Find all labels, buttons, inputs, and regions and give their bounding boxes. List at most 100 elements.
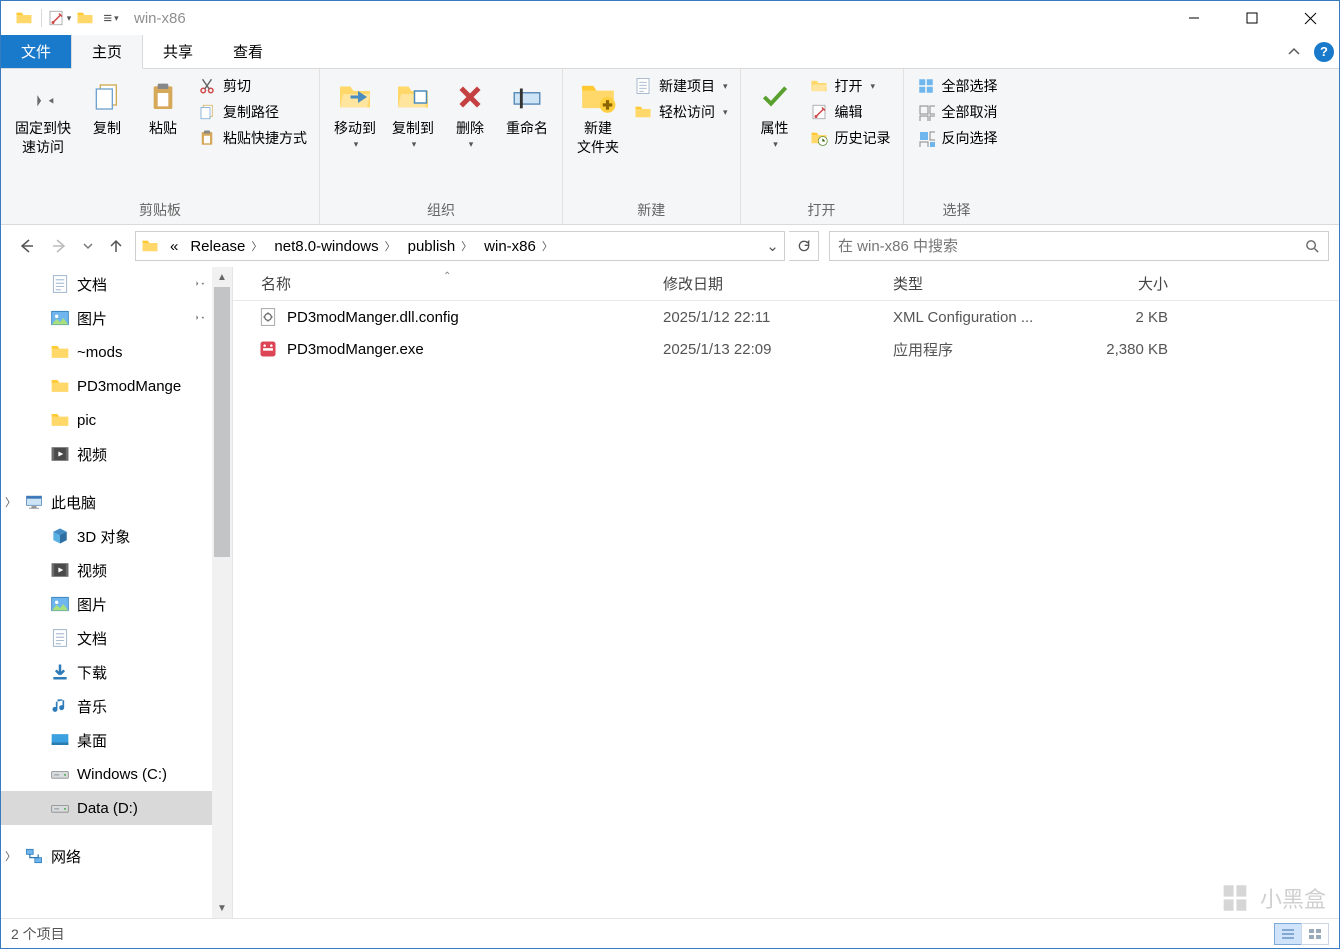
tree-item[interactable]: 音乐 [1,689,212,723]
copy-to-button[interactable]: 复制到▾ [384,73,442,154]
navigation-pane: 文档图片~modsPD3modMangepic视频〉此电脑3D 对象视频图片文档… [1,267,233,918]
tree-item[interactable]: 文档 [1,267,212,301]
tab-view[interactable]: 查看 [213,35,283,68]
select-all-button[interactable]: 全部选择 [910,73,1004,99]
edit-button[interactable]: 编辑 [803,99,897,125]
new-item-button[interactable]: 新建项目▾ [627,73,734,99]
tree-item[interactable]: Windows (C:) [1,757,212,791]
tree-item[interactable]: ~mods [1,335,212,369]
scroll-up[interactable]: ▲ [212,267,232,287]
scroll-thumb[interactable] [214,287,230,557]
delete-button[interactable]: 删除▾ [442,73,498,154]
tree-item[interactable]: 〉网络 [1,839,212,873]
move-to-button[interactable]: 移动到▾ [326,73,384,154]
pin-icon [192,275,206,293]
group-clipboard-label: 剪贴板 [7,198,313,222]
group-organize-label: 组织 [326,198,556,222]
status-bar: 2 个项目 [1,918,1339,948]
file-row[interactable]: PD3modManger.exe2025/1/13 22:09应用程序2,380… [233,333,1339,365]
maximize-button[interactable] [1223,1,1281,35]
forward-button[interactable] [45,231,75,261]
ribbon-collapse[interactable] [1279,35,1309,68]
search-icon[interactable] [1296,238,1328,255]
group-select-label: 选择 [910,198,1004,222]
easy-access-button[interactable]: 轻松访问▾ [627,99,734,125]
tree-item[interactable]: 视频 [1,437,212,471]
tab-file[interactable]: 文件 [1,35,71,68]
recent-dropdown[interactable] [79,231,97,261]
pin-to-quick-access[interactable]: 固定到快 速访问 [7,73,79,161]
pin-icon [192,309,206,327]
cut-button[interactable]: 剪切 [191,73,313,99]
tree-item[interactable]: 桌面 [1,723,212,757]
tree-item[interactable]: Data (D:) [1,791,212,825]
file-row[interactable]: PD3modManger.dll.config2025/1/12 22:11XM… [233,301,1339,333]
invert-selection-button[interactable]: 反向选择 [910,125,1004,151]
tab-share[interactable]: 共享 [143,35,213,68]
address-dropdown[interactable]: ⌄ [760,237,784,255]
column-size[interactable]: 大小 [1088,273,1208,294]
search-input[interactable] [830,238,1296,255]
window-title: win-x86 [134,10,186,27]
folder-icon [49,409,71,431]
breadcrumb-segment[interactable]: Release〉 [184,238,268,255]
tree-item[interactable]: 文档 [1,621,212,655]
help-button[interactable]: ? [1309,35,1339,68]
folder-icon [49,375,71,397]
qat-properties[interactable]: ▾ [46,5,72,31]
breadcrumb-segment[interactable]: win-x86〉 [478,238,559,255]
address-bar[interactable]: «Release〉net8.0-windows〉publish〉win-x86〉… [135,231,785,261]
open-button[interactable]: 打开▾ [803,73,897,99]
pic-icon [49,307,71,329]
doc-icon [49,627,71,649]
column-name[interactable]: ⌃名称 [233,273,663,294]
ribbon: 固定到快 速访问 复制 粘贴 剪切 复制路径 粘贴快捷方式 剪贴板 移动到▾ 复… [1,69,1339,225]
breadcrumb-segment[interactable]: net8.0-windows〉 [268,238,401,255]
paste-button[interactable]: 粘贴 [135,73,191,142]
paste-shortcut-button[interactable]: 粘贴快捷方式 [191,125,313,151]
tree-item[interactable]: 下载 [1,655,212,689]
video-icon [49,559,71,581]
group-open-label: 打开 [747,198,897,222]
music-icon [49,695,71,717]
details-view-button[interactable] [1274,923,1302,945]
select-none-button[interactable]: 全部取消 [910,99,1004,125]
back-button[interactable] [11,231,41,261]
tree-item[interactable]: 〉此电脑 [1,485,212,519]
ribbon-tabs: 文件 主页 共享 查看 ? [1,35,1339,69]
down-icon [49,661,71,683]
tree-item[interactable]: 3D 对象 [1,519,212,553]
tab-home[interactable]: 主页 [71,35,143,69]
rename-button[interactable]: 重命名 [498,73,556,142]
refresh-button[interactable] [789,231,819,261]
tree-item[interactable]: 视频 [1,553,212,587]
desk-icon [49,729,71,751]
column-type[interactable]: 类型 [893,273,1088,294]
search-box[interactable] [829,231,1329,261]
sidebar-scrollbar[interactable]: ▲ ▼ [212,267,232,918]
group-new-label: 新建 [569,198,734,222]
properties-button[interactable]: 属性▾ [747,73,803,154]
titlebar: ▾ ≡▾ win-x86 [1,1,1339,35]
navbar: «Release〉net8.0-windows〉publish〉win-x86〉… [1,225,1339,267]
tree-item[interactable]: pic [1,403,212,437]
qat-customize[interactable]: ≡▾ [98,5,124,31]
icons-view-button[interactable] [1301,923,1329,945]
explorer-window: ▾ ≡▾ win-x86 文件 主页 共享 查看 ? 固定到快 速访问 复制 粘… [0,0,1340,949]
drive-icon [49,797,71,819]
column-date[interactable]: 修改日期 [663,273,893,294]
new-folder-button[interactable]: 新建 文件夹 [569,73,627,161]
tree-item[interactable]: 图片 [1,301,212,335]
scroll-down[interactable]: ▼ [212,898,232,918]
copy-path-button[interactable]: 复制路径 [191,99,313,125]
copy-button[interactable]: 复制 [79,73,135,142]
pc-icon [23,491,45,513]
history-button[interactable]: 历史记录 [803,125,897,151]
tree-item[interactable]: PD3modMange [1,369,212,403]
breadcrumb-segment[interactable]: publish〉 [402,238,479,255]
close-button[interactable] [1281,1,1339,35]
up-button[interactable] [101,231,131,261]
minimize-button[interactable] [1165,1,1223,35]
tree-item[interactable]: 图片 [1,587,212,621]
breadcrumb-segment[interactable]: « [164,238,184,255]
